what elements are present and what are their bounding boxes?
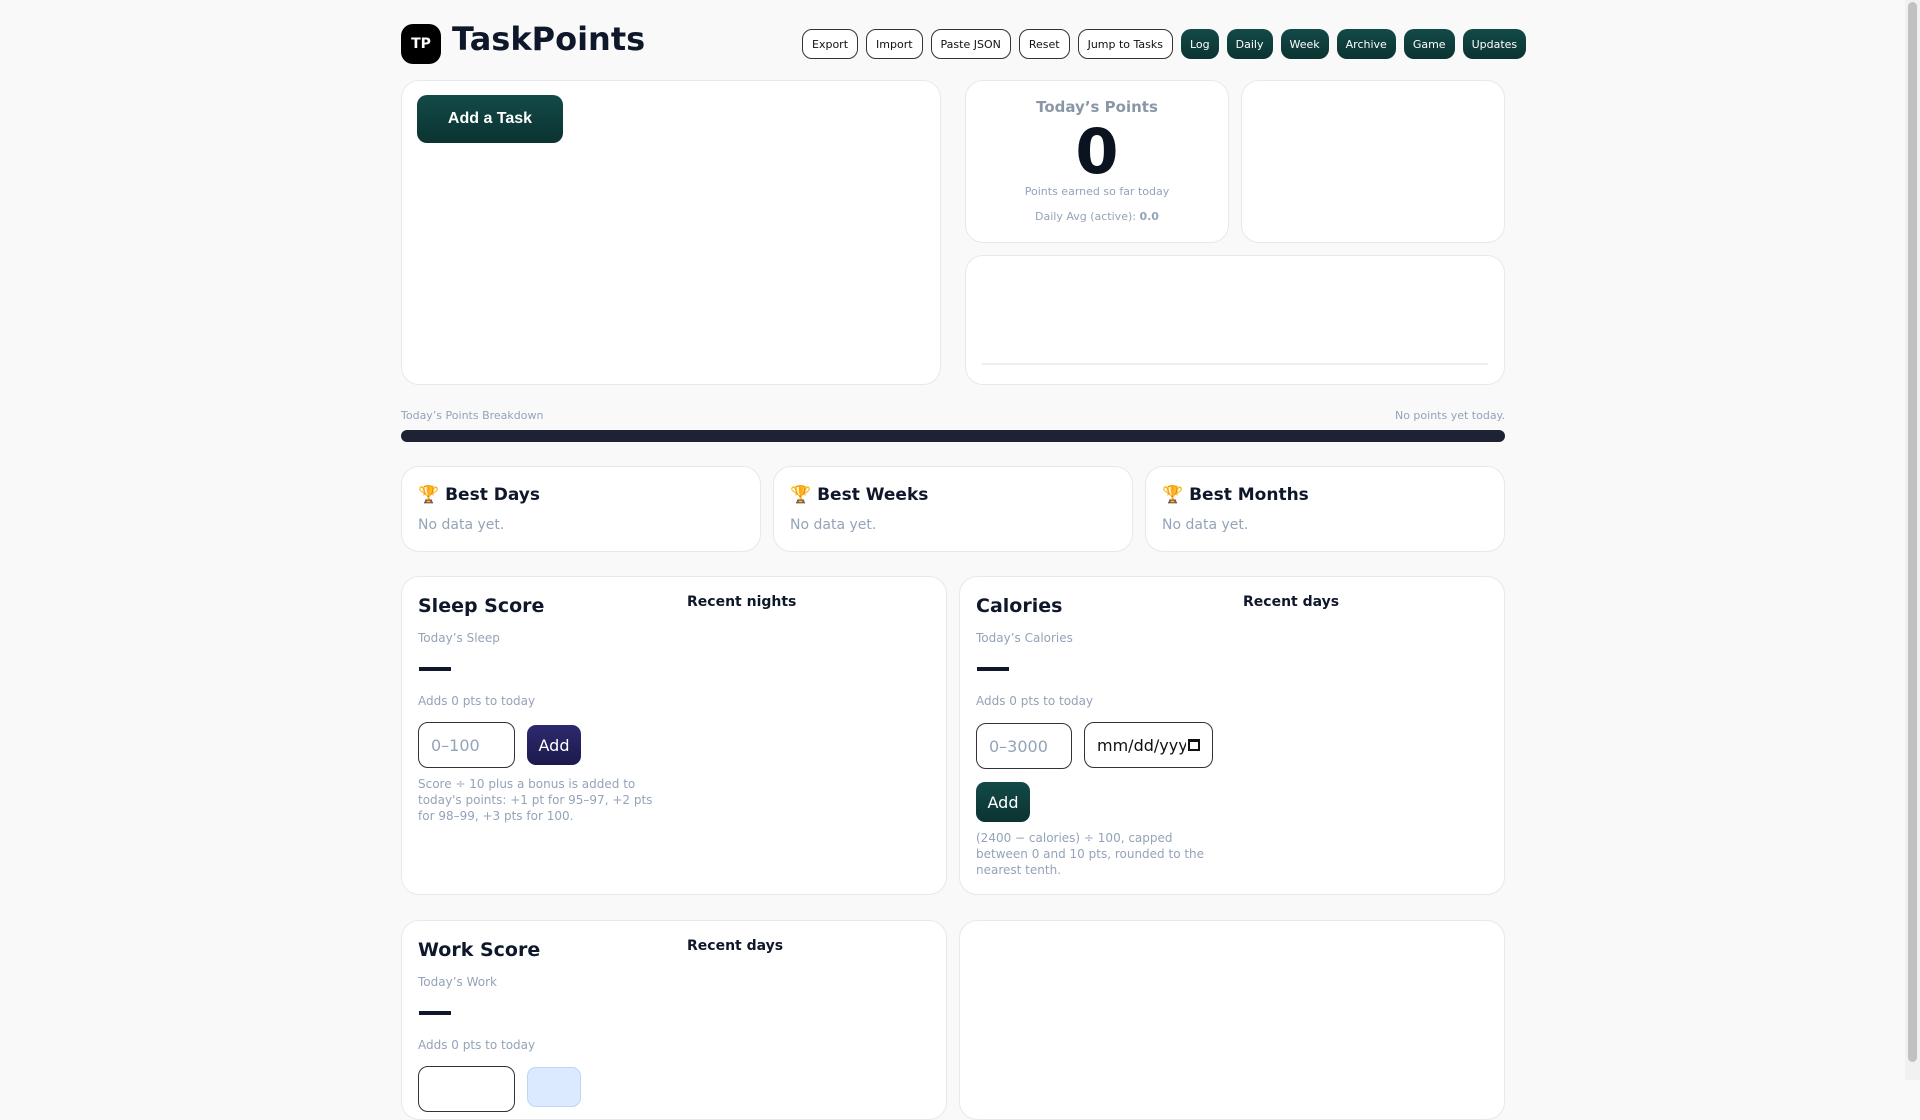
blank-metric-card <box>959 920 1505 1120</box>
jump-to-tasks-button[interactable]: Jump to Tasks <box>1077 29 1173 59</box>
daily-avg: Daily Avg (active): 0.0 <box>966 210 1228 223</box>
daily-avg-value: 0.0 <box>1139 210 1159 223</box>
blank-stat-card <box>1241 80 1505 243</box>
log-button[interactable]: Log <box>1181 29 1219 59</box>
sleep-card: Sleep Score Today’s Sleep Adds 0 pts to … <box>401 576 947 895</box>
sleep-adds: Adds 0 pts to today <box>418 694 536 708</box>
best-weeks-empty: No data yet. <box>790 517 877 533</box>
best-days-title: 🏆 Best Days <box>418 485 541 505</box>
week-button[interactable]: Week <box>1280 29 1329 59</box>
points-chart-card <box>965 255 1505 385</box>
import-button[interactable]: Import <box>866 29 923 59</box>
calories-adds: Adds 0 pts to today <box>976 694 1094 708</box>
tasks-card: Add a Task <box>401 80 941 385</box>
work-subtitle: Today’s Work <box>418 975 497 989</box>
scrollbar[interactable] <box>1905 0 1920 1080</box>
export-button[interactable]: Export <box>802 29 859 59</box>
paste-json-button[interactable]: Paste JSON <box>930 29 1011 59</box>
trophy-icon: 🏆 <box>418 485 440 505</box>
sleep-hint: Score ÷ 10 plus a bonus is added to toda… <box>418 777 653 823</box>
points-title: Today’s Points <box>1036 98 1158 116</box>
sleep-add-button[interactable]: Add <box>527 725 581 765</box>
calories-card: Calories Today’s Calories Adds 0 pts to … <box>959 576 1505 895</box>
sleep-score-input[interactable] <box>418 722 515 768</box>
calories-value-empty <box>977 667 1009 671</box>
app-logo: TP <box>401 24 441 64</box>
archive-button[interactable]: Archive <box>1336 29 1396 59</box>
sleep-value-empty <box>419 667 451 671</box>
calories-subtitle: Today’s Calories <box>976 631 1073 645</box>
breakdown-status: No points yet today. <box>1394 409 1505 422</box>
points-breakdown-bar <box>401 430 1505 442</box>
calories-title: Calories <box>976 595 1063 617</box>
points-caption: Points earned so far today <box>1024 185 1170 198</box>
points-value: 0 <box>1075 115 1119 188</box>
best-months-card: 🏆 Best Months No data yet. <box>1145 466 1505 552</box>
updates-button[interactable]: Updates <box>1462 29 1527 59</box>
calories-add-button[interactable]: Add <box>976 782 1030 822</box>
best-weeks-title: 🏆 Best Weeks <box>790 485 929 505</box>
sleep-title: Sleep Score <box>418 595 545 617</box>
todays-points-card: Today’s Points 0 Points earned so far to… <box>965 80 1229 243</box>
best-weeks-card: 🏆 Best Weeks No data yet. <box>773 466 1133 552</box>
toolbar: Export Import Paste JSON Reset Jump to T… <box>802 29 1527 59</box>
best-days-empty: No data yet. <box>418 517 505 533</box>
best-days-card: 🏆 Best Days No data yet. <box>401 466 761 552</box>
work-recent-label: Recent days <box>687 938 784 954</box>
calories-input[interactable] <box>976 723 1072 769</box>
app-title: TaskPoints <box>452 20 646 58</box>
scrollbar-thumb[interactable] <box>1908 2 1917 1062</box>
trophy-icon: 🏆 <box>1162 485 1184 505</box>
calories-hint: (2400 − calories) ÷ 100, capped between … <box>976 831 1205 877</box>
sleep-subtitle: Today’s Sleep <box>418 631 500 645</box>
daily-avg-label: Daily Avg (active): <box>1035 210 1136 223</box>
work-title: Work Score <box>418 939 541 961</box>
calories-date-input[interactable]: mm/dd/yyyy <box>1084 722 1213 768</box>
calories-recent-label: Recent days <box>1243 594 1340 610</box>
best-months-title: 🏆 Best Months <box>1162 485 1309 505</box>
daily-button[interactable]: Daily <box>1226 29 1273 59</box>
game-button[interactable]: Game <box>1403 29 1455 59</box>
trophy-icon: 🏆 <box>790 485 812 505</box>
chart-baseline <box>982 363 1488 365</box>
add-task-button[interactable]: Add a Task <box>417 95 563 143</box>
sleep-recent-label: Recent nights <box>687 594 797 610</box>
calendar-icon[interactable] <box>1188 739 1200 751</box>
work-add-button[interactable] <box>527 1067 581 1107</box>
breakdown-label: Today’s Points Breakdown <box>401 409 544 422</box>
work-value-empty <box>419 1011 451 1015</box>
best-months-empty: No data yet. <box>1162 517 1249 533</box>
reset-button[interactable]: Reset <box>1018 29 1070 59</box>
work-card: Work Score Today’s Work Adds 0 pts to to… <box>401 920 947 1120</box>
work-adds: Adds 0 pts to today <box>418 1038 536 1052</box>
work-score-input[interactable] <box>418 1066 515 1112</box>
